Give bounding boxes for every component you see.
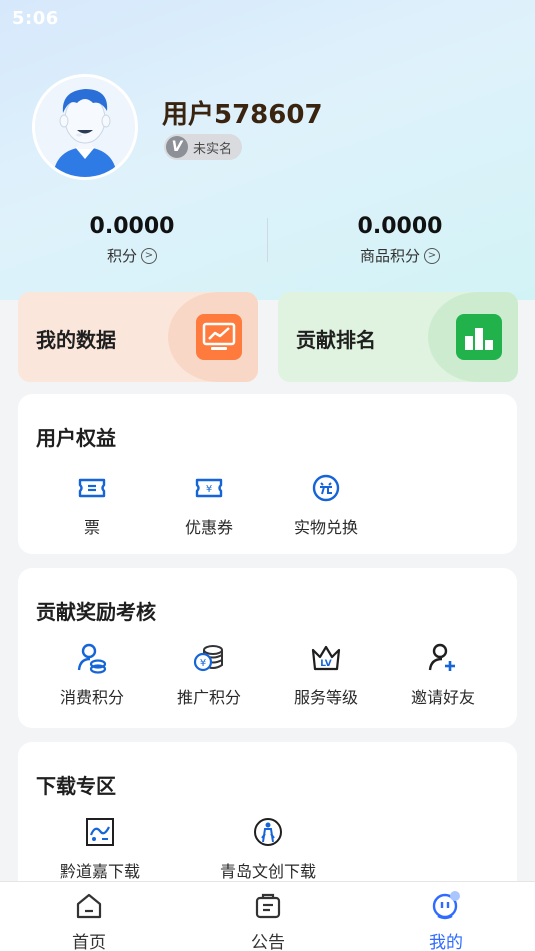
downloads-title: 下载专区 xyxy=(36,774,116,798)
qiandaojia-icon xyxy=(82,814,118,850)
verify-badge-label: 未实名 xyxy=(193,141,233,157)
ticket-icon xyxy=(74,470,110,506)
qiandaojia-download-item[interactable]: 黔道嘉下载 xyxy=(40,814,160,882)
chevron-right-icon: > xyxy=(141,247,157,264)
goods-points-label: 商品积分 xyxy=(359,247,420,265)
svg-text:¥: ¥ xyxy=(200,658,206,669)
ticket-label: 票 xyxy=(83,518,100,537)
consume-points-label: 消费积分 xyxy=(59,688,124,707)
my-data-card[interactable]: 我的数据 xyxy=(18,292,258,382)
qingdao-label: 青岛文创下载 xyxy=(219,862,316,881)
exchange-item[interactable]: 实物兑换 xyxy=(266,470,386,538)
qingdao-download-item[interactable]: 青岛文创下载 xyxy=(206,814,330,882)
ticket-item[interactable]: 票 xyxy=(32,470,152,538)
promo-points-icon: ¥ xyxy=(191,640,227,676)
podium-icon xyxy=(456,314,502,360)
user-benefits-title: 用户权益 xyxy=(36,426,116,450)
contribution-rank-label: 贡献排名 xyxy=(296,328,376,352)
coupon-label: 优惠券 xyxy=(184,518,233,537)
chart-icon xyxy=(196,314,242,360)
service-level-item[interactable]: LV 服务等级 xyxy=(266,640,386,708)
downloads-section: 下载专区 黔道嘉下载 青岛文创下载 xyxy=(18,742,517,902)
qiandaojia-label: 黔道嘉下载 xyxy=(59,862,140,881)
goods-points-value: 0.0000 xyxy=(357,214,443,239)
tab-profile-label: 我的 xyxy=(429,933,463,951)
exchange-icon xyxy=(308,470,344,506)
coupon-item[interactable]: ¥ 优惠券 xyxy=(149,470,269,538)
service-level-label: 服务等级 xyxy=(293,688,358,707)
exchange-label: 实物兑换 xyxy=(293,518,358,537)
user-benefits-section: 用户权益 票 ¥ 优惠券 实物兑换 xyxy=(18,394,517,554)
svg-text:LV: LV xyxy=(320,659,331,669)
username: 用户578607 xyxy=(162,100,323,130)
points-value: 0.0000 xyxy=(89,214,175,239)
tab-notice-label: 公告 xyxy=(251,933,285,951)
consume-points-icon xyxy=(74,640,110,676)
stat-divider xyxy=(267,218,268,262)
tab-home-label: 首页 xyxy=(72,933,106,951)
coupon-icon: ¥ xyxy=(191,470,227,506)
tab-profile[interactable]: 我的 xyxy=(406,890,486,951)
home-icon xyxy=(76,893,102,919)
tab-notice[interactable]: 公告 xyxy=(228,890,308,951)
status-time: 5:06 xyxy=(12,8,59,29)
consume-points-item[interactable]: 消费积分 xyxy=(32,640,152,708)
verify-badge[interactable]: V 未实名 xyxy=(164,134,243,160)
contribution-rank-card[interactable]: 贡献排名 xyxy=(278,292,518,382)
invite-friend-label: 邀请好友 xyxy=(410,688,475,707)
chevron-right-icon: > xyxy=(424,247,440,264)
rewards-title: 贡献奖励考核 xyxy=(36,600,156,624)
crown-level-icon: LV xyxy=(308,640,344,676)
promo-points-item[interactable]: ¥ 推广积分 xyxy=(149,640,269,708)
points-stat[interactable]: 0.0000 积分 > xyxy=(32,214,232,266)
rewards-section: 贡献奖励考核 消费积分 ¥ 推广积分 LV 服务等级 邀请好友 xyxy=(18,568,517,728)
invite-friend-icon xyxy=(425,640,461,676)
bottom-tab-bar: 首页 公告 我的 xyxy=(0,881,535,951)
avatar[interactable] xyxy=(32,74,138,180)
qingdao-wenchuang-icon xyxy=(250,814,286,850)
avatar-illustration xyxy=(35,77,135,177)
svg-text:¥: ¥ xyxy=(206,484,212,495)
profile-icon xyxy=(432,891,460,920)
notice-icon xyxy=(255,893,281,919)
promo-points-label: 推广积分 xyxy=(176,688,241,707)
goods-points-stat[interactable]: 0.0000 商品积分 > xyxy=(300,214,500,266)
points-label: 积分 xyxy=(106,247,137,265)
my-data-label: 我的数据 xyxy=(36,328,116,352)
invite-friend-item[interactable]: 邀请好友 xyxy=(383,640,503,708)
verify-v-icon: V xyxy=(166,136,188,158)
tab-home[interactable]: 首页 xyxy=(49,890,129,951)
